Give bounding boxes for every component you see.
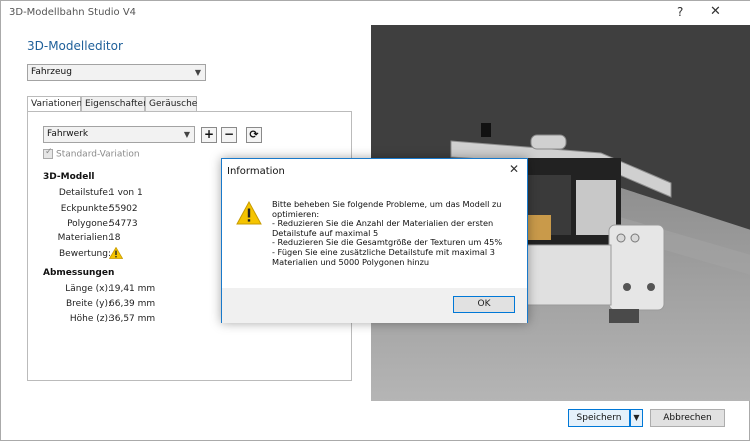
editor-heading: 3D-Modelleditor: [27, 39, 123, 53]
chevron-down-icon: ▼: [183, 130, 190, 139]
vertices-value: 55902: [109, 204, 138, 214]
refresh-button[interactable]: ⟳: [246, 127, 262, 143]
width-value: 66,39 mm: [109, 299, 156, 309]
standard-variation-checkbox[interactable]: Standard-Variation: [43, 147, 140, 160]
title-bar: 3D-Modellbahn Studio V4 ? ✕: [1, 1, 750, 25]
warning-icon: [109, 247, 123, 259]
warning-icon: [236, 201, 262, 225]
height-value: 36,57 mm: [109, 314, 156, 324]
dimensions-section-heading: Abmessungen: [43, 268, 115, 278]
detail-level-value: 1 von 1: [109, 188, 143, 198]
polygons-value: 54773: [109, 219, 138, 229]
dialog-close-button[interactable]: ✕: [509, 162, 519, 176]
save-button[interactable]: Speichern: [568, 409, 630, 427]
chimney: [481, 123, 491, 137]
length-label: Länge (x):: [65, 284, 111, 294]
checkbox-icon: [43, 147, 53, 159]
dialog-title: Information: [227, 166, 285, 177]
window-close-button[interactable]: ✕: [710, 4, 721, 19]
materials-value: 18: [109, 233, 121, 243]
vertices-label: Eckpunkte:: [60, 204, 111, 214]
dialog-message: Bitte beheben Sie folgende Probleme, um …: [272, 199, 503, 267]
ok-button[interactable]: OK: [453, 296, 515, 313]
information-dialog: Information ✕ Bitte beheben Sie folgende…: [221, 158, 528, 323]
materials-label: Materialien:: [57, 233, 111, 243]
window-title: 3D-Modellbahn Studio V4: [9, 7, 137, 18]
model-section-heading: 3D-Modell: [43, 172, 95, 182]
variation-value: Fahrwerk: [47, 129, 89, 139]
chevron-down-icon: ▼: [194, 68, 201, 77]
app-window: 3D-Modellbahn Studio V4 ? ✕ 3D-Modelledi…: [0, 0, 750, 441]
detail-level-label: Detailstufe:: [58, 188, 111, 198]
length-value: 19,41 mm: [109, 284, 156, 294]
object-type-value: Fahrzeug: [31, 67, 72, 77]
save-options-chevron-down-icon[interactable]: ▼: [630, 409, 643, 427]
add-variation-button[interactable]: +: [201, 127, 217, 143]
tab-geraeusche[interactable]: Geräusche: [145, 96, 197, 112]
standard-variation-label: Standard-Variation: [56, 149, 140, 160]
variation-select[interactable]: Fahrwerk ▼: [43, 126, 195, 143]
rating-label: Bewertung:: [59, 249, 111, 259]
height-label: Höhe (z):: [69, 314, 111, 324]
polygons-label: Polygone:: [67, 219, 111, 229]
remove-variation-button[interactable]: −: [221, 127, 237, 143]
object-type-select[interactable]: Fahrzeug ▼: [27, 64, 206, 81]
tab-eigenschaften[interactable]: Eigenschaften: [81, 96, 149, 112]
cancel-button[interactable]: Abbrechen: [650, 409, 725, 427]
help-button[interactable]: ?: [677, 5, 683, 19]
width-label: Breite (y):: [65, 299, 111, 309]
